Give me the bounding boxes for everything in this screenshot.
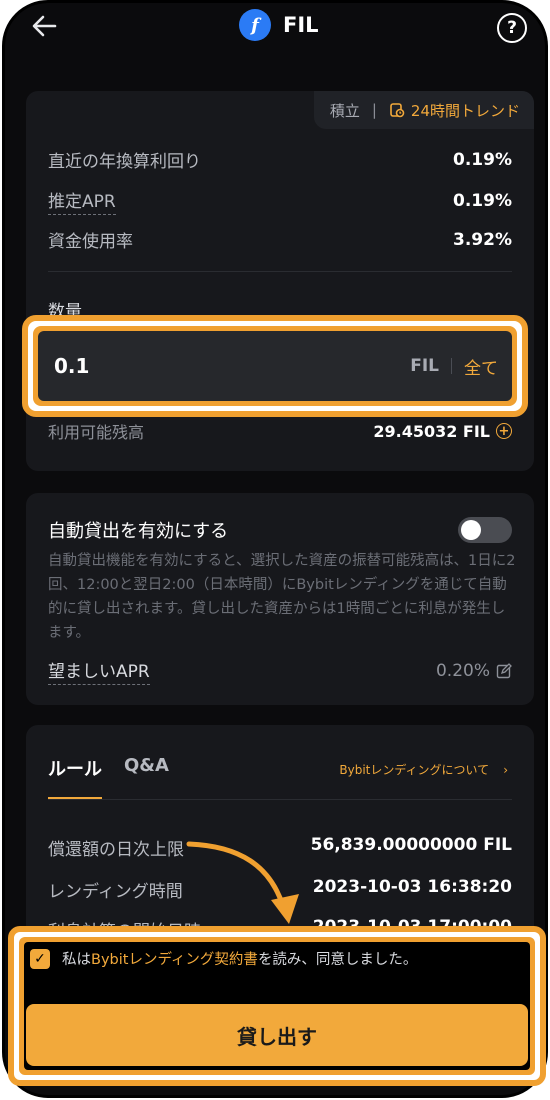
unit-separator	[451, 358, 452, 374]
rate-value: 0.19%	[453, 191, 512, 211]
rate-value: 0.19%	[453, 149, 512, 170]
auto-lend-description: 自動貸出機能を有効にすると、選択した資産の振替可能残高は、1日に2回、12:00…	[48, 553, 516, 641]
rate-value: 3.92%	[453, 229, 512, 250]
tag-accumulate[interactable]: 積立	[330, 100, 360, 121]
agreement-text: 私はBybitレンディング契約書を読み、同意しました。	[62, 948, 417, 969]
add-funds-icon[interactable]: +	[496, 423, 512, 439]
rule-label: 償還額の日次上限	[48, 840, 184, 860]
edit-icon	[496, 663, 512, 679]
rate-label: 資金使用率	[48, 232, 133, 252]
rule-value: 2023-10-03 16:38:20	[312, 877, 512, 897]
footer-highlight-frame: ✓ 私はBybitレンディング契約書を読み、同意しました。 貸し出す	[8, 926, 546, 1086]
tab-qa[interactable]: Q&A	[124, 755, 169, 781]
available-label: 利用可能残高	[48, 423, 145, 442]
available-balance-row: 利用可能残高 29.45032 FIL +	[48, 419, 512, 443]
auto-lend-title: 自動貸出を有効にする	[48, 521, 229, 542]
toggle-knob	[461, 520, 481, 540]
agree-prefix: 私は	[62, 952, 91, 968]
quantity-highlight-inner: 0.1 FIL 全て	[33, 326, 517, 406]
auto-lend-toggle[interactable]	[458, 517, 512, 543]
fil-coin-icon: f	[239, 9, 271, 41]
quantity-input-suffix: FIL 全て	[410, 354, 498, 379]
preferred-apr-value: 0.20%	[435, 661, 490, 681]
rules-tabs: ルール Q&A	[48, 755, 169, 800]
tag-separator: |	[371, 101, 377, 119]
auto-lend-card: 自動貸出を有効にする 自動貸出機能を有効にすると、選択した資産の振替可能残高は、…	[26, 493, 534, 705]
rate-row-apr: 推定APR 0.19%	[48, 187, 512, 215]
chevron-right-icon: ›	[503, 762, 508, 777]
preferred-apr-group[interactable]: 0.20%	[436, 661, 512, 681]
about-lending-label: Bybitレンディングについて	[339, 763, 490, 777]
trend-link[interactable]: 24時間トレンド	[389, 100, 520, 121]
available-value-group: 29.45032 FIL +	[373, 419, 512, 443]
help-icon[interactable]: ?	[497, 13, 527, 43]
quantity-input[interactable]: 0.1 FIL 全て	[38, 331, 512, 401]
rule-label: レンディング時間	[48, 882, 183, 902]
max-all-button[interactable]: 全て	[464, 354, 498, 379]
agree-suffix: を読み、同意しました。	[257, 952, 418, 968]
agreement-link[interactable]: Bybitレンディング契約書	[91, 952, 258, 968]
tab-rules[interactable]: ルール	[48, 755, 102, 800]
preferred-apr-label[interactable]: 望ましいAPR	[48, 657, 150, 685]
available-value: 29.45032 FIL	[373, 421, 490, 441]
rule-value: 56,839.00000000 FIL	[310, 835, 512, 855]
annotation-arrow-icon	[186, 841, 299, 924]
page-title: FIL	[283, 13, 319, 37]
quantity-unit: FIL	[410, 356, 439, 376]
about-lending-link[interactable]: Bybitレンディングについて ›	[339, 761, 508, 778]
divider	[48, 271, 512, 272]
quantity-value: 0.1	[54, 354, 90, 378]
rate-tag: 積立 | 24時間トレンド	[313, 91, 534, 129]
footer-panel: ✓ 私はBybitレンディング契約書を読み、同意しました。 貸し出す	[24, 942, 530, 1070]
rate-row-utilization: 資金使用率 3.92%	[48, 227, 512, 253]
rate-label[interactable]: 推定APR	[48, 187, 116, 215]
rate-label: 直近の年換算利回り	[48, 152, 201, 172]
trend-icon	[390, 103, 405, 118]
quantity-highlight-frame: 0.1 FIL 全て	[22, 315, 528, 417]
header: f FIL ?	[5, 3, 545, 63]
rate-row-annual-yield: 直近の年換算利回り 0.19%	[48, 147, 512, 173]
divider	[48, 799, 512, 800]
trend-label: 24時間トレンド	[410, 101, 520, 120]
footer-highlight-inner: ✓ 私はBybitレンディング契約書を読み、同意しました。 貸し出す	[19, 937, 535, 1075]
back-arrow-icon[interactable]	[29, 11, 59, 41]
lend-button[interactable]: 貸し出す	[26, 1004, 528, 1066]
agreement-row: ✓ 私はBybitレンディング契約書を読み、同意しました。	[30, 948, 417, 969]
agreement-checkbox[interactable]: ✓	[30, 948, 50, 969]
title-group: f FIL	[239, 9, 319, 41]
preferred-apr-row: 望ましいAPR 0.20%	[48, 657, 512, 685]
